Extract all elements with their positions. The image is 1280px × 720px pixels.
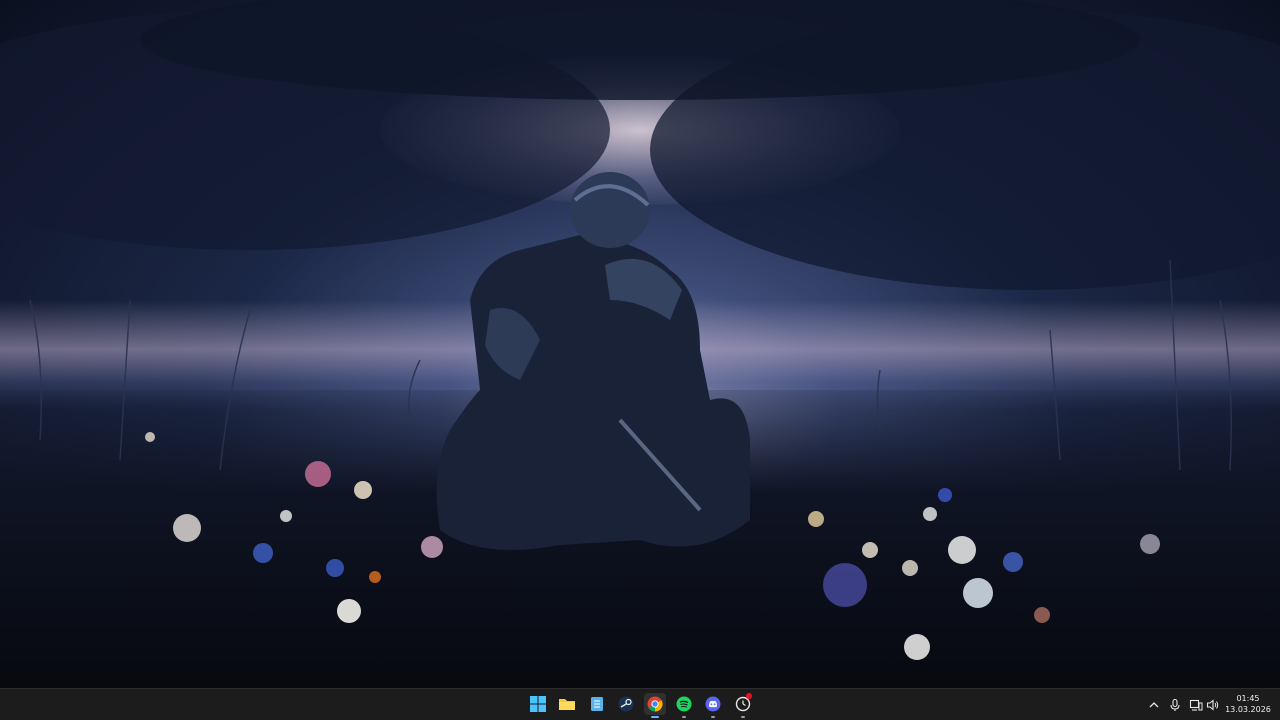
clock-date: 13.03.2026 [1225, 705, 1271, 714]
taskbar-spotify[interactable] [673, 693, 695, 718]
microphone-icon[interactable] [1168, 698, 1182, 712]
network-icon[interactable] [1189, 698, 1203, 712]
running-indicator [682, 716, 686, 718]
chevron-up-icon[interactable] [1147, 698, 1161, 712]
taskbar-app-with-notification[interactable] [732, 693, 754, 718]
running-indicator [711, 716, 715, 718]
chrome-icon [647, 696, 663, 712]
taskbar-notepad[interactable] [586, 693, 608, 715]
knight-figure [436, 172, 750, 550]
windows-logo-icon [530, 696, 546, 712]
running-indicator [651, 716, 659, 718]
taskbar-file-explorer[interactable] [556, 693, 578, 715]
spotify-icon [676, 696, 692, 712]
speaker-icon[interactable] [1206, 698, 1220, 712]
wallpaper-illustration [0, 0, 1280, 660]
taskbar-chrome[interactable] [644, 693, 666, 718]
taskbar-clock[interactable]: 01:45 13.03.2026 [1224, 693, 1272, 715]
notepad-icon [591, 697, 603, 711]
notification-badge [746, 693, 752, 699]
start-button[interactable] [527, 693, 549, 715]
taskbar-discord[interactable] [702, 693, 724, 718]
desktop-wallpaper [0, 0, 1280, 688]
taskbar-steam[interactable] [615, 693, 637, 715]
taskbar: 01:45 13.03.2026 [0, 688, 1280, 720]
steam-icon [618, 696, 634, 712]
folder-icon [559, 699, 575, 710]
clock-time: 01:45 [1236, 694, 1260, 703]
discord-icon [705, 696, 721, 712]
running-indicator [741, 716, 745, 718]
